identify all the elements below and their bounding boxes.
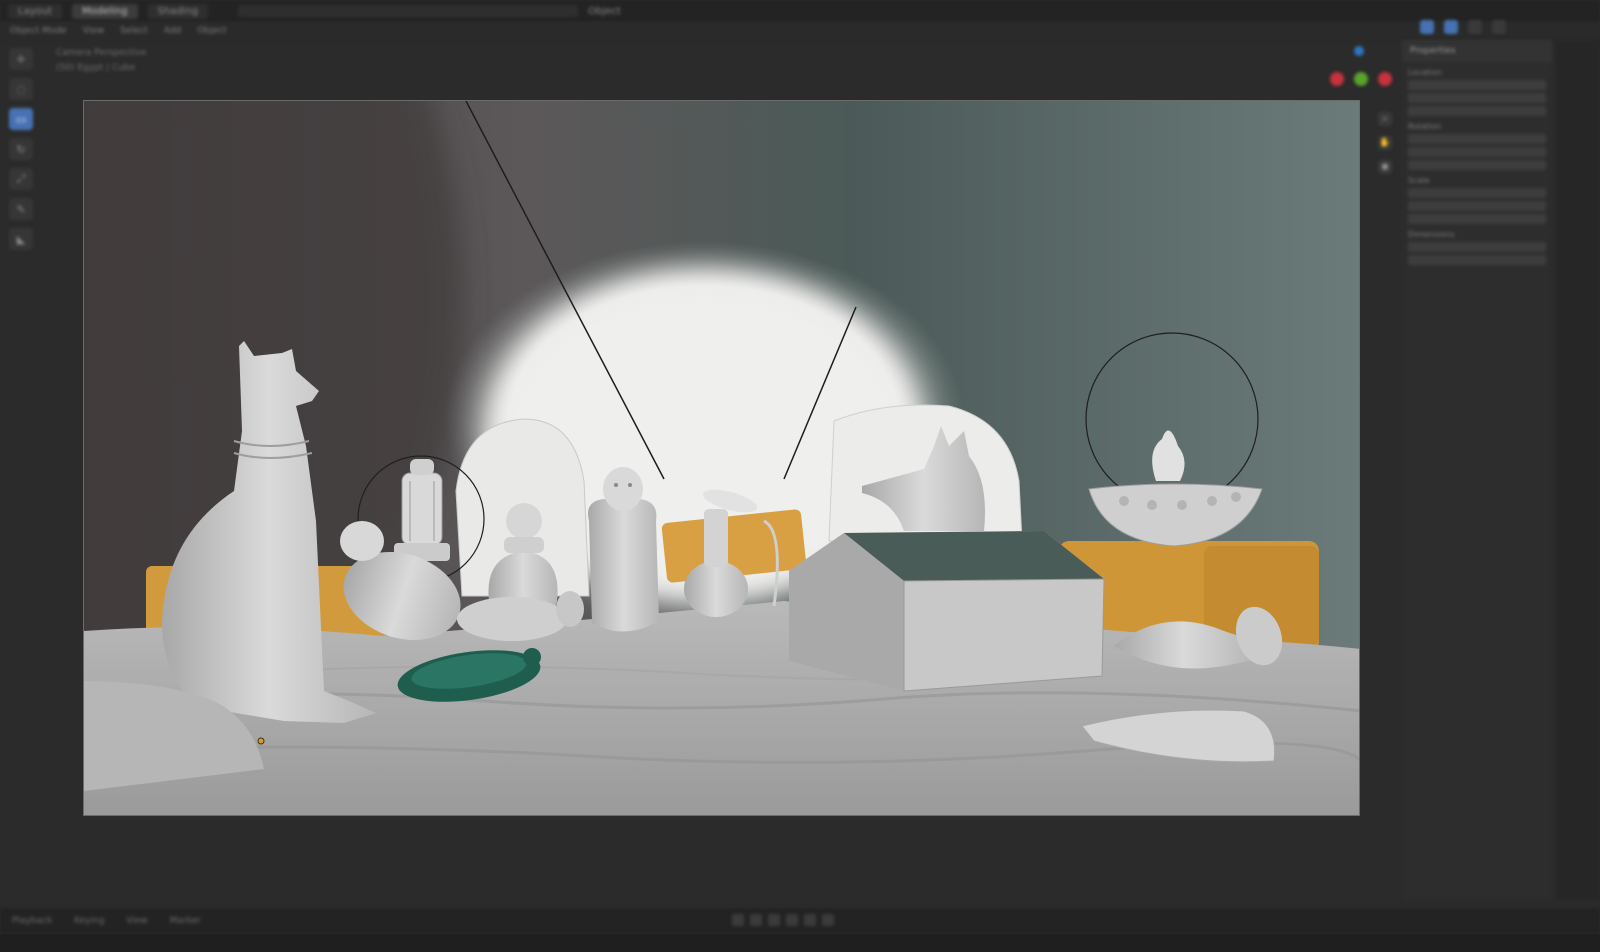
viewport-shading-buttons [1420, 20, 1506, 34]
mode-label[interactable]: Object [588, 6, 621, 17]
sidebar-tabs [1556, 40, 1600, 900]
pan-icon[interactable]: ✋ [1378, 136, 1392, 150]
rotation-x-field[interactable] [1408, 134, 1546, 144]
rotation-y-field[interactable] [1408, 147, 1546, 157]
panel-header: Properties [1402, 40, 1552, 62]
play-icon[interactable] [786, 914, 798, 926]
tab-modeling[interactable]: Modeling [72, 3, 138, 19]
status-view[interactable]: View [126, 916, 147, 926]
status-marker[interactable]: Marker [170, 916, 201, 926]
rotation-z-field[interactable] [1408, 160, 1546, 170]
jump-end-icon[interactable] [822, 914, 834, 926]
header-item-select[interactable]: Select [120, 26, 148, 36]
shading-material-icon[interactable] [1444, 20, 1458, 34]
camera-label: Camera Perspective [56, 48, 147, 58]
dimension-x-field[interactable] [1408, 242, 1546, 252]
prev-key-icon[interactable] [750, 914, 762, 926]
section-dimensions: Dimensions [1408, 230, 1455, 239]
object-label: (50) Egypt | Cube [56, 63, 136, 73]
scale-z-field[interactable] [1408, 214, 1546, 224]
status-playback[interactable]: Playback [12, 916, 52, 926]
jump-start-icon[interactable] [732, 914, 744, 926]
navigation-gizmo[interactable] [1330, 46, 1402, 106]
location-x-field[interactable] [1408, 80, 1546, 90]
overlay-icon[interactable] [1492, 20, 1506, 34]
tab-layout[interactable]: Layout [8, 3, 62, 19]
header-item-add[interactable]: Add [164, 26, 181, 36]
scale-icon[interactable]: ⤢ [9, 168, 33, 190]
status-keying[interactable]: Keying [74, 916, 104, 926]
properties-panel: Properties Location Rotation Scale Dimen… [1402, 40, 1552, 900]
scale-y-field[interactable] [1408, 201, 1546, 211]
camera-icon[interactable]: ◉ [1378, 160, 1392, 174]
select-icon[interactable]: ◌ [9, 78, 33, 100]
bottom-edge [0, 934, 1600, 952]
shading-solid-icon[interactable] [1420, 20, 1434, 34]
playback-controls [732, 914, 834, 926]
scene-render [84, 101, 1359, 815]
dimension-y-field[interactable] [1408, 255, 1546, 265]
gizmo-z-icon[interactable] [1354, 46, 1364, 56]
tool-shelf: ✛ ◌ ▭ ↻ ⤢ ✎ ◣ [6, 48, 36, 250]
play-reverse-icon[interactable] [768, 914, 780, 926]
location-z-field[interactable] [1408, 106, 1546, 116]
section-rotation: Rotation [1408, 122, 1442, 131]
viewport-header: Object Mode View Select Add Object [0, 22, 1600, 40]
cursor-icon[interactable]: ✛ [9, 48, 33, 70]
shrine-box [789, 531, 1105, 692]
header-item-view[interactable]: View [83, 26, 104, 36]
view-nav-buttons: ⌕ ✋ ◉ [1378, 112, 1392, 174]
search-field[interactable] [238, 5, 579, 17]
location-y-field[interactable] [1408, 93, 1546, 103]
top-bar: Layout Modeling Shading Object [0, 0, 1600, 22]
scale-x-field[interactable] [1408, 188, 1546, 198]
tab-shading[interactable]: Shading [147, 3, 209, 19]
annotate-icon[interactable]: ✎ [9, 198, 33, 220]
move-icon[interactable]: ▭ [9, 108, 33, 130]
viewport-info: Camera Perspective (50) Egypt | Cube [56, 46, 146, 76]
light-origin-marker [257, 737, 265, 745]
section-location: Location [1408, 68, 1442, 77]
header-item-mode[interactable]: Object Mode [10, 26, 67, 36]
gizmo-y-icon[interactable] [1354, 72, 1368, 86]
section-scale: Scale [1408, 176, 1430, 185]
gizmo-xneg-icon[interactable] [1378, 72, 1392, 86]
next-key-icon[interactable] [804, 914, 816, 926]
shading-rendered-icon[interactable] [1468, 20, 1482, 34]
gizmo-x-icon[interactable] [1330, 72, 1344, 86]
rotate-icon[interactable]: ↻ [9, 138, 33, 160]
camera-viewport[interactable] [83, 100, 1360, 816]
zoom-icon[interactable]: ⌕ [1378, 112, 1392, 126]
header-item-object[interactable]: Object [197, 26, 226, 36]
measure-icon[interactable]: ◣ [9, 228, 33, 250]
